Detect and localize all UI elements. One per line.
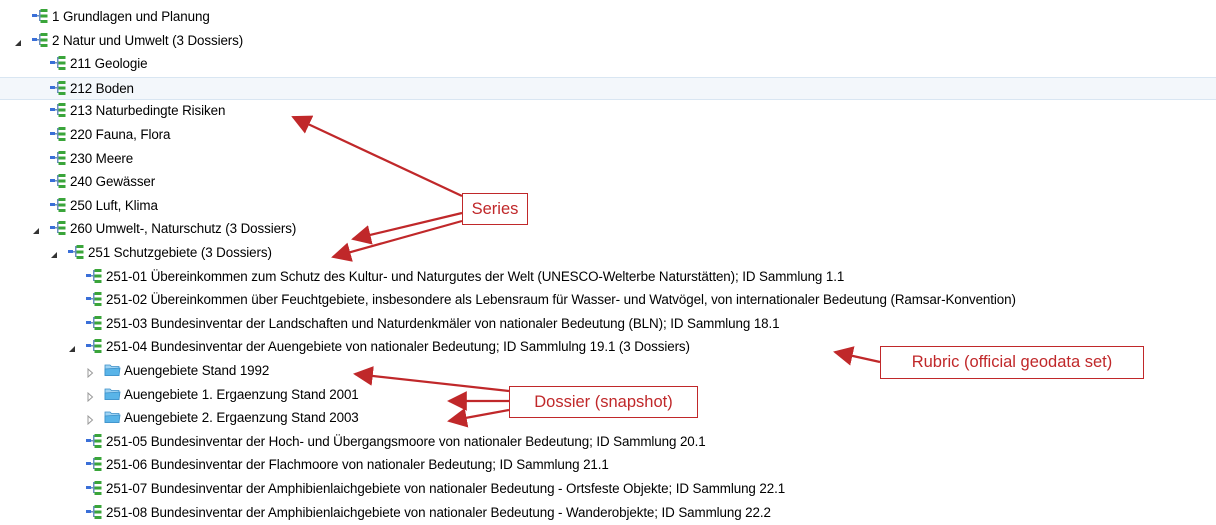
tree-row-label: Auengebiete 2. Ergaenzung Stand 2003 <box>124 410 359 426</box>
series-icon <box>50 127 66 141</box>
tree-row[interactable]: 240 Gewässer <box>0 171 1216 195</box>
tree-row-label: 213 Naturbedingte Risiken <box>70 103 226 119</box>
series-icon <box>32 9 48 23</box>
series-callout: Series <box>462 193 528 225</box>
series-icon <box>86 457 102 472</box>
collapsed-triangle-icon[interactable] <box>85 413 95 426</box>
tree-row-label: 212 Boden <box>70 80 134 96</box>
tree-row-label: 220 Fauna, Flora <box>70 127 171 142</box>
tree-row-label: 260 Umwelt-, Naturschutz (3 Dossiers) <box>70 221 297 237</box>
tree-row-label: 251-05 Bundesinventar der Hoch- und Über… <box>106 433 706 449</box>
tree-row-label: 1 Grundlagen und Planung <box>52 9 210 24</box>
tree-row-label: Auengebiete Stand 1992 <box>124 363 270 378</box>
tree-row-label: 251-08 Bundesinventar der Amphibienlaich… <box>106 504 771 520</box>
tree-row-label: 211 Geologie <box>70 56 148 72</box>
series-icon <box>50 80 66 95</box>
series-icon <box>86 268 102 283</box>
series-icon <box>50 174 66 189</box>
tree-row[interactable]: 251-03 Bundesinventar der Landschaften u… <box>0 313 1216 337</box>
tree-row-label: 251-02 Übereinkommen über Feuchtgebiete,… <box>106 292 1016 308</box>
series-icon <box>86 339 102 354</box>
tree-row-label: 240 Gewässer <box>70 174 156 190</box>
series-icon <box>50 197 66 212</box>
tree-row[interactable]: 2 Natur und Umwelt (3 Dossiers) <box>0 30 1216 54</box>
tree-row[interactable]: 230 Meere <box>0 148 1216 172</box>
folder-icon <box>104 387 121 401</box>
series-icon <box>32 32 48 47</box>
tree-row-label: 251-04 Bundesinventar der Auengebiete vo… <box>106 339 690 355</box>
expanded-triangle-icon[interactable] <box>13 36 23 46</box>
tree-row[interactable]: 212 Boden <box>0 76 1216 101</box>
tree-row[interactable]: 260 Umwelt-, Naturschutz (3 Dossiers) <box>0 218 1216 242</box>
tree-row-label: 251-06 Bundesinventar der Flachmoore von… <box>106 457 609 473</box>
tree-row[interactable]: 251-07 Bundesinventar der Amphibienlaich… <box>0 478 1216 502</box>
series-icon <box>50 221 66 236</box>
series-icon <box>86 292 102 307</box>
rubric-callout: Rubric (official geodata set) <box>880 346 1144 379</box>
tree-row[interactable]: 220 Fauna, Flora <box>0 124 1216 148</box>
expanded-triangle-icon[interactable] <box>31 224 41 235</box>
series-icon <box>86 315 102 330</box>
tree-row[interactable]: 251-05 Bundesinventar der Hoch- und Über… <box>0 431 1216 455</box>
tree-row[interactable]: 251-02 Übereinkommen über Feuchtgebiete,… <box>0 289 1216 313</box>
tree-row[interactable]: 251 Schutzgebiete (3 Dossiers) <box>0 242 1216 266</box>
tree-row[interactable]: 250 Luft, Klima <box>0 195 1216 219</box>
collapsed-triangle-icon[interactable] <box>85 390 95 402</box>
collapsed-triangle-icon[interactable] <box>85 366 95 379</box>
series-icon <box>50 56 66 71</box>
series-icon <box>86 504 102 519</box>
series-icon <box>50 150 66 165</box>
series-icon <box>50 103 66 118</box>
tree-row-label: Auengebiete 1. Ergaenzung Stand 2001 <box>124 386 359 402</box>
tree-row[interactable]: 1 Grundlagen und Planung <box>0 6 1216 30</box>
dossier-callout: Dossier (snapshot) <box>509 386 698 418</box>
tree-row[interactable]: 251-06 Bundesinventar der Flachmoore von… <box>0 454 1216 478</box>
tree-row-label: 251-07 Bundesinventar der Amphibienlaich… <box>106 481 786 496</box>
tree-row-label: 230 Meere <box>70 150 134 166</box>
tree-row-label: 251-03 Bundesinventar der Landschaften u… <box>106 315 780 331</box>
tree-row[interactable]: 213 Naturbedingte Risiken <box>0 100 1216 124</box>
tree-row-label: 250 Luft, Klima <box>70 197 158 213</box>
expanded-triangle-icon[interactable] <box>49 248 59 258</box>
tree-row[interactable]: 251-08 Bundesinventar der Amphibienlaich… <box>0 502 1216 525</box>
tree-row-label: 2 Natur und Umwelt (3 Dossiers) <box>52 32 244 48</box>
tree-row-label: 251 Schutzgebiete (3 Dossiers) <box>88 245 272 260</box>
tree-row-label: 251-01 Übereinkommen zum Schutz des Kult… <box>106 268 845 284</box>
series-icon <box>86 433 102 448</box>
series-icon <box>86 481 102 495</box>
series-icon <box>68 245 84 259</box>
tree-row[interactable]: 251-01 Übereinkommen zum Schutz des Kult… <box>0 266 1216 290</box>
expanded-triangle-icon[interactable] <box>67 342 77 353</box>
folder-icon <box>104 410 121 424</box>
folder-icon <box>104 363 121 377</box>
tree-row[interactable]: 211 Geologie <box>0 53 1216 77</box>
